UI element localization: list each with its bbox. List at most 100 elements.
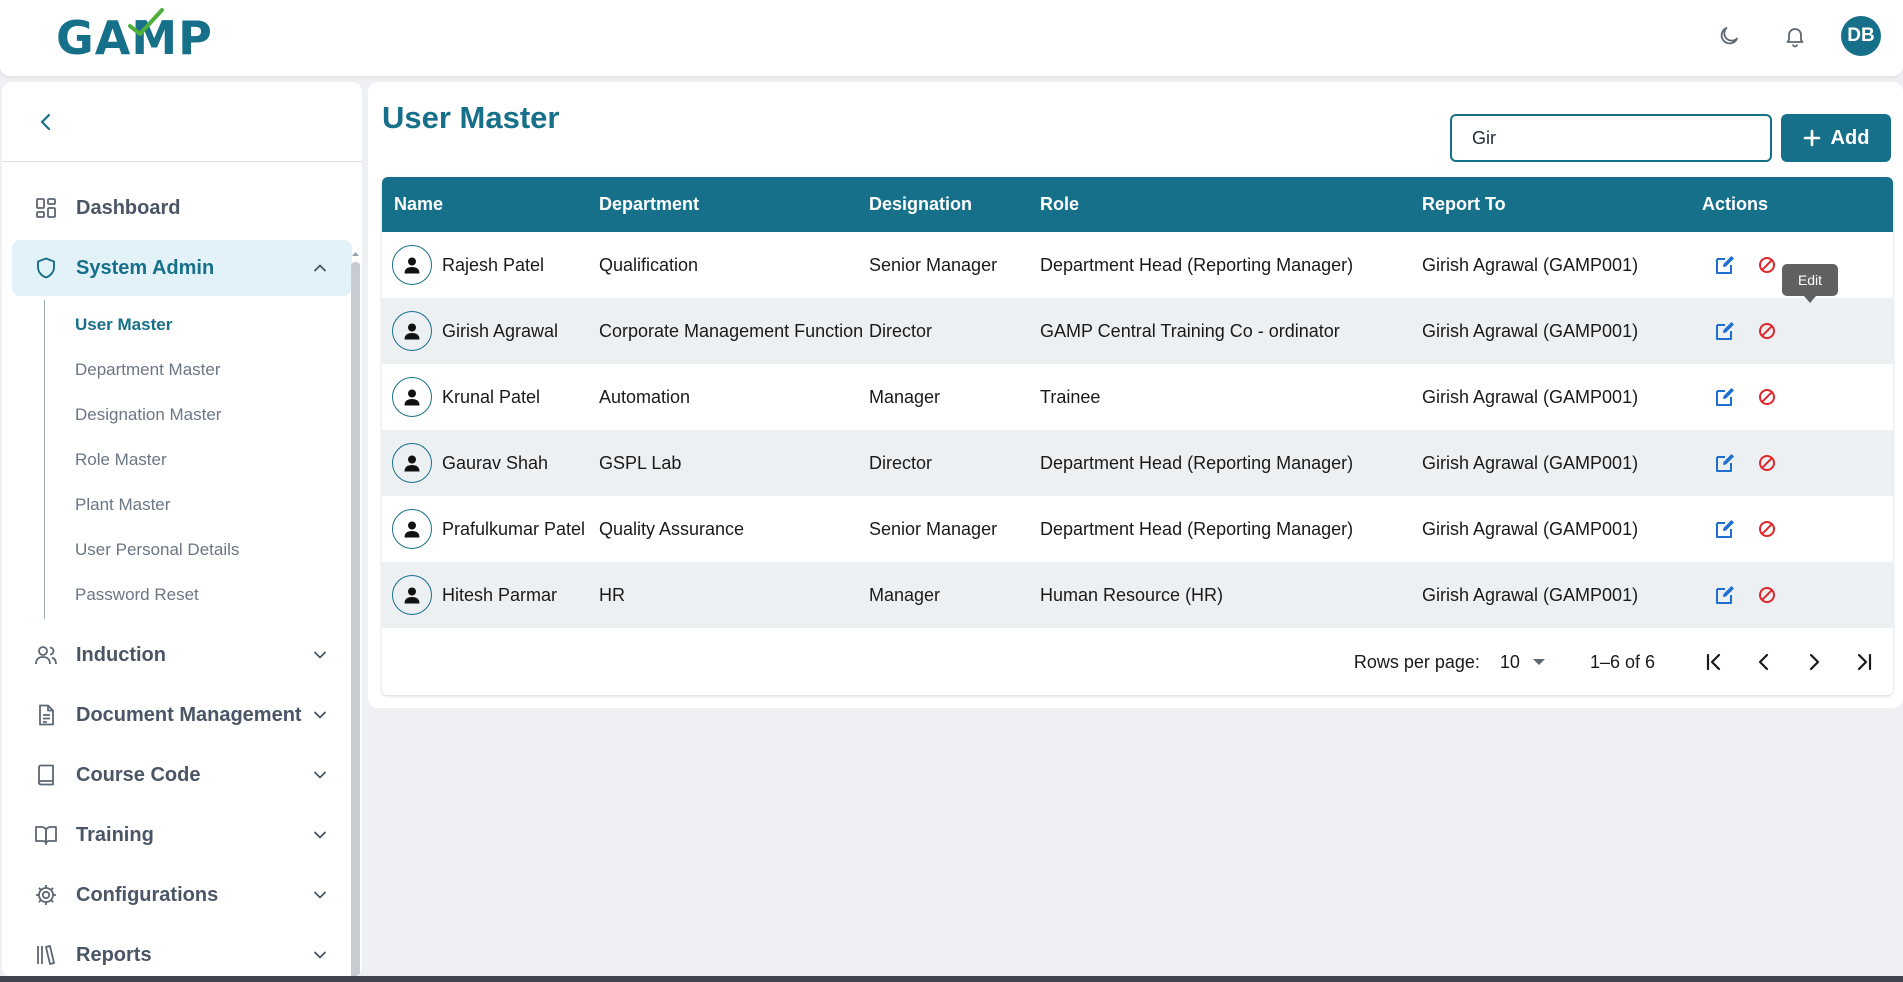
page-title: User Master <box>382 100 560 135</box>
person-icon <box>392 509 432 549</box>
delete-icon[interactable] <box>1756 452 1778 474</box>
cell-role: Department Head (Reporting Manager) <box>1040 254 1354 275</box>
sidebar-item-document-management[interactable]: Document Management <box>12 687 352 743</box>
logo-check-mark <box>128 8 164 36</box>
sidebar: Dashboard System Admin User Master Depar… <box>2 82 362 977</box>
submenu-item-password-reset[interactable]: Password Reset <box>45 572 362 617</box>
sidebar-nav: Dashboard System Admin User Master Depar… <box>2 162 362 977</box>
cell-department: HR <box>599 584 625 605</box>
collapse-sidebar-button[interactable] <box>34 110 58 134</box>
cell-department: Automation <box>599 386 691 407</box>
column-header-designation[interactable]: Designation <box>857 177 1028 232</box>
cell-role: GAMP Central Training Co - ordinator <box>1040 320 1340 341</box>
cell-actions <box>1682 364 1893 430</box>
delete-icon[interactable] <box>1756 320 1778 342</box>
book-icon <box>32 761 60 789</box>
sidebar-item-label: Dashboard <box>76 196 181 219</box>
submenu-item-department-master[interactable]: Department Master <box>45 347 362 392</box>
sidebar-item-label: Training <box>76 823 154 846</box>
edit-icon[interactable] <box>1714 320 1736 342</box>
gear-icon <box>32 881 60 909</box>
sidebar-item-label: Course Code <box>76 763 201 786</box>
table-row[interactable]: Rajesh Patel Qualification Senior Manager D… <box>382 232 1893 298</box>
cell-name: Girish Agrawal <box>382 298 587 364</box>
edit-icon[interactable] <box>1714 386 1736 408</box>
person-icon <box>392 377 432 417</box>
table-row[interactable]: Krunal Patel Automation Manager Trainee Giri… <box>382 364 1893 430</box>
previous-page-button[interactable] <box>1743 641 1785 683</box>
delete-icon[interactable] <box>1756 584 1778 606</box>
user-name: Hitesh Parmar <box>442 584 558 605</box>
edit-icon[interactable] <box>1714 452 1736 474</box>
cell-role: Human Resource (HR) <box>1040 584 1224 605</box>
submenu-item-user-personal-details[interactable]: User Personal Details <box>45 527 362 572</box>
sidebar-item-training[interactable]: Training <box>12 807 352 863</box>
edit-icon[interactable] <box>1714 518 1736 540</box>
sidebar-item-course-code[interactable]: Course Code <box>12 747 352 803</box>
table-row[interactable]: Gaurav Shah GSPL Lab Director Department He… <box>382 430 1893 496</box>
sidebar-item-dashboard[interactable]: Dashboard <box>12 180 352 236</box>
sidebar-item-reports[interactable]: Reports <box>12 927 352 977</box>
last-page-button[interactable] <box>1843 641 1885 683</box>
edit-tooltip: Edit <box>1782 264 1838 303</box>
column-header-name[interactable]: Name <box>382 177 587 232</box>
delete-icon[interactable] <box>1756 518 1778 540</box>
chevron-down-icon <box>314 711 326 719</box>
chevron-left-icon <box>1758 653 1769 671</box>
sidebar-item-configurations[interactable]: Configurations <box>12 867 352 923</box>
cell-report-to: Girish Agrawal (GAMP001) <box>1422 518 1639 539</box>
add-user-button[interactable]: Add <box>1781 114 1891 162</box>
person-icon <box>392 575 432 615</box>
chevron-down-icon <box>314 891 326 899</box>
edit-icon[interactable] <box>1714 254 1736 276</box>
column-header-department[interactable]: Department <box>587 177 857 232</box>
submenu-item-plant-master[interactable]: Plant Master <box>45 482 362 527</box>
rows-per-page-select[interactable]: 10 <box>1500 652 1546 673</box>
gamp-logo[interactable]: GAMP <box>56 8 213 66</box>
cell-role: Department Head (Reporting Manager) <box>1040 452 1354 473</box>
delete-icon[interactable] <box>1756 254 1778 276</box>
sidebar-header <box>2 82 362 162</box>
document-icon <box>32 701 60 729</box>
table-row[interactable]: Hitesh Parmar HR Manager Human Resource (HR… <box>382 562 1893 628</box>
moon-icon[interactable] <box>1709 16 1749 56</box>
person-icon <box>392 245 432 285</box>
bell-icon[interactable] <box>1775 16 1815 56</box>
cell-name: Rajesh Patel <box>382 232 587 298</box>
users-table: Name Department Designation Role Report … <box>382 177 1893 695</box>
user-name: Prafulkumar Patel <box>442 518 586 539</box>
add-button-label: Add <box>1830 126 1870 149</box>
column-header-report-to[interactable]: Report To <box>1410 177 1682 232</box>
cell-name: Prafulkumar Patel <box>382 496 587 562</box>
submenu-item-designation-master[interactable]: Designation Master <box>45 392 362 437</box>
user-name: Rajesh Patel <box>442 254 545 275</box>
first-page-icon <box>1706 653 1721 671</box>
next-page-button[interactable] <box>1793 641 1835 683</box>
cell-actions <box>1682 562 1893 628</box>
delete-icon[interactable] <box>1756 386 1778 408</box>
chevron-up-icon <box>314 264 326 272</box>
cell-designation: Director <box>869 320 933 341</box>
submenu-item-user-master[interactable]: User Master <box>45 302 362 347</box>
table-header-row: Name Department Designation Role Report … <box>382 177 1893 232</box>
table-row[interactable]: Prafulkumar Patel Quality Assurance Senior… <box>382 496 1893 562</box>
cell-department: Quality Assurance <box>599 518 745 539</box>
submenu-item-role-master[interactable]: Role Master <box>45 437 362 482</box>
table-row[interactable]: Girish Agrawal Corporate Management Funct… <box>382 298 1893 364</box>
column-header-role[interactable]: Role <box>1028 177 1410 232</box>
first-page-button[interactable] <box>1693 641 1735 683</box>
cell-actions <box>1682 496 1893 562</box>
cell-designation: Manager <box>869 386 941 407</box>
scrollbar-up-arrow[interactable] <box>351 246 360 256</box>
sidebar-item-induction[interactable]: Induction <box>12 627 352 683</box>
user-name: Girish Agrawal <box>442 320 559 341</box>
search-input[interactable] <box>1450 114 1772 162</box>
edit-icon[interactable] <box>1714 584 1736 606</box>
cell-department: Corporate Management Function <box>599 320 864 341</box>
chevron-right-icon <box>1809 653 1820 671</box>
user-avatar-button[interactable]: DB <box>1841 16 1881 56</box>
sidebar-item-label: Induction <box>76 643 166 666</box>
sidebar-scrollbar[interactable] <box>351 262 360 977</box>
cell-report-to: Girish Agrawal (GAMP001) <box>1422 452 1639 473</box>
sidebar-item-system-admin[interactable]: System Admin <box>12 240 352 296</box>
